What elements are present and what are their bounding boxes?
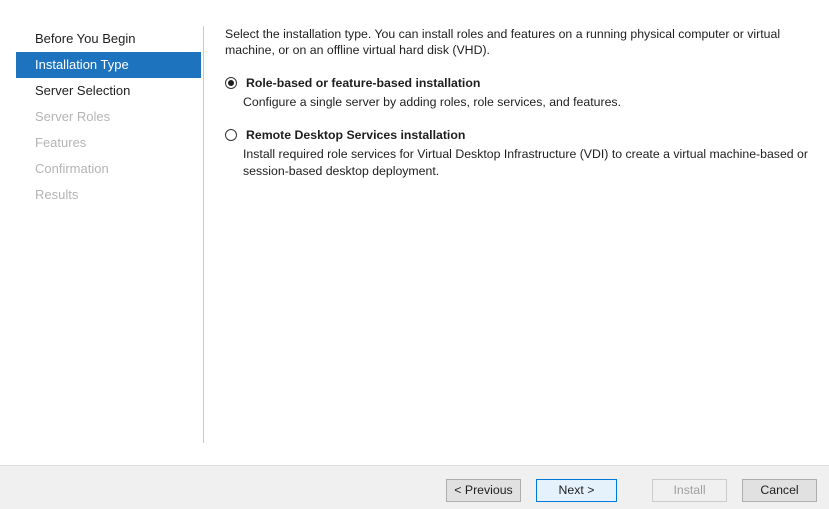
nav-divider	[203, 26, 204, 443]
install-button: Install	[652, 479, 727, 502]
option-remote-desktop[interactable]: Remote Desktop Services installation Ins…	[225, 127, 828, 180]
option-role-based[interactable]: Role-based or feature-based installation…	[225, 75, 828, 111]
nav-item-server-roles: Server Roles	[35, 109, 111, 124]
nav-item-installation-type[interactable]: Installation Type	[16, 52, 201, 78]
radio-role-based[interactable]	[225, 77, 237, 89]
main-content: Select the installation type. You can in…	[225, 26, 825, 178]
radio-remote-desktop[interactable]	[225, 129, 237, 141]
option-role-based-description: Configure a single server by adding role…	[243, 95, 621, 109]
nav-item-before-you-begin[interactable]: Before You Begin	[16, 26, 201, 52]
wizard-navigation: Before You Begin Installation Type Serve…	[16, 26, 201, 208]
next-button[interactable]: Next >	[536, 479, 617, 502]
intro-text: Select the installation type. You can in…	[225, 27, 781, 57]
option-remote-desktop-description: Install required role services for Virtu…	[243, 147, 808, 178]
cancel-button[interactable]: Cancel	[742, 479, 817, 502]
nav-item-results: Results	[35, 187, 79, 202]
button-bar: < Previous Next > Install Cancel	[0, 465, 829, 509]
nav-item-server-selection[interactable]: Server Selection	[16, 78, 201, 104]
option-remote-desktop-title[interactable]: Remote Desktop Services installation	[246, 128, 465, 142]
nav-item-confirmation: Confirmation	[35, 161, 109, 176]
previous-button[interactable]: < Previous	[446, 479, 521, 502]
option-role-based-title[interactable]: Role-based or feature-based installation	[246, 76, 480, 90]
nav-item-features: Features	[35, 135, 87, 150]
